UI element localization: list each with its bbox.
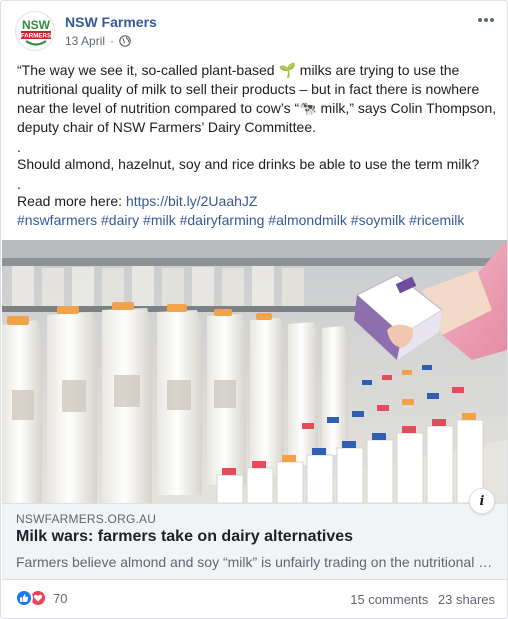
reaction-count[interactable]: 70 (53, 591, 67, 606)
globe-icon[interactable] (119, 35, 131, 47)
post-date[interactable]: 13 April (65, 34, 105, 48)
post-dot-separator-2: . (17, 176, 21, 192)
meta-separator: · (110, 34, 115, 48)
like-reaction-icon (15, 589, 33, 607)
preview-title[interactable]: Milk wars: farmers take on dairy alterna… (16, 528, 353, 546)
preview-description: Farmers believe almond and soy “milk” is… (16, 554, 496, 570)
milk-shelf-photo (2, 240, 507, 503)
hashtags[interactable]: #nswfarmers #dairy #milk #dairyfarming #… (17, 211, 497, 230)
read-more-line: Read more here: https://bit.ly/2UaahJZ (17, 192, 497, 211)
avatar[interactable]: NSW FARMERS (15, 11, 55, 51)
logo-text-bottom: FARMERS (21, 33, 51, 40)
link-preview[interactable]: i NSWFARMERS.ORG.AU Milk wars: farmers t… (2, 488, 507, 580)
comments-count[interactable]: 15 comments (350, 592, 428, 607)
nsw-farmers-logo: NSW FARMERS (21, 18, 51, 46)
post-paragraph-1: “The way we see it, so-called plant-base… (17, 62, 497, 135)
post-text: “The way we see it, so-called plant-base… (17, 61, 497, 230)
preview-domain: NSWFARMERS.ORG.AU (16, 512, 157, 526)
post-stats: 15 comments 23 shares (344, 592, 495, 607)
reactions[interactable]: 70 (15, 589, 67, 607)
post-card: NSW FARMERS NSW Farmers 13 April · “The … (0, 0, 508, 619)
logo-text-top: NSW (22, 18, 51, 32)
info-icon[interactable]: i (469, 488, 495, 514)
post-header: NSW FARMERS NSW Farmers 13 April · (15, 11, 495, 55)
shares-count[interactable]: 23 shares (438, 592, 495, 607)
post-dot-separator-1: . (17, 139, 21, 155)
post-footer: 70 15 comments 23 shares (15, 589, 495, 611)
more-options-icon[interactable] (475, 11, 497, 29)
read-more-label: Read more here: (17, 193, 126, 209)
page-name[interactable]: NSW Farmers (65, 14, 157, 30)
read-more-link[interactable]: https://bit.ly/2UaahJZ (126, 193, 258, 209)
post-meta: 13 April · (65, 34, 131, 48)
post-paragraph-2: Should almond, hazelnut, soy and rice dr… (17, 156, 480, 172)
post-image[interactable] (2, 240, 507, 503)
